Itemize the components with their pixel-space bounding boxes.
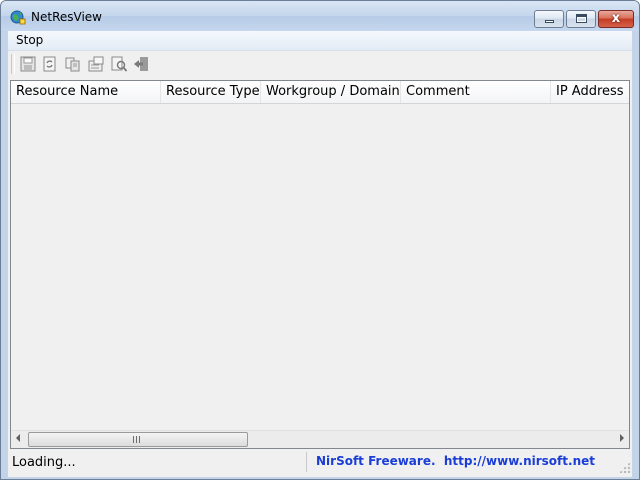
- app-globe-icon: [10, 9, 26, 25]
- close-icon: x: [611, 11, 621, 26]
- title-bar[interactable]: NetResView x: [1, 1, 639, 31]
- list-header: Resource Name Resource Type Workgroup / …: [11, 81, 629, 104]
- maximize-button[interactable]: [566, 10, 596, 28]
- thumb-grip-icon: [133, 436, 140, 443]
- column-header-resource-type[interactable]: Resource Type: [161, 81, 261, 103]
- resource-list[interactable]: Resource Name Resource Type Workgroup / …: [10, 80, 630, 449]
- nirsoft-link[interactable]: NirSoft Freeware. http://www.nirsoft.net: [316, 454, 595, 468]
- toolbar-grip[interactable]: [11, 54, 15, 74]
- menu-stop[interactable]: Stop: [10, 32, 49, 48]
- copy-icon[interactable]: [64, 55, 82, 73]
- resize-grip-icon[interactable]: [619, 462, 630, 473]
- minimize-button[interactable]: [534, 10, 564, 28]
- toolbar: [8, 51, 632, 79]
- scroll-left-icon[interactable]: [16, 434, 20, 442]
- scroll-right-icon[interactable]: [620, 434, 624, 442]
- find-icon[interactable]: [110, 55, 128, 73]
- save-icon[interactable]: [19, 55, 37, 73]
- exit-icon[interactable]: [133, 55, 151, 73]
- status-pane: Loading...: [10, 452, 307, 472]
- app-window: NetResView x Stop Resource Name Resource…: [0, 0, 640, 480]
- scrollbar-thumb[interactable]: [28, 432, 248, 447]
- properties-icon[interactable]: [87, 55, 105, 73]
- column-header-workgroup-domain[interactable]: Workgroup / Domain: [261, 81, 401, 103]
- column-header-resource-name[interactable]: Resource Name: [11, 81, 161, 103]
- client-area: Stop Resource Name Resource Type Workgro…: [8, 31, 632, 477]
- horizontal-scrollbar[interactable]: [11, 430, 629, 448]
- window-title: NetResView: [31, 10, 102, 24]
- close-button[interactable]: x: [598, 10, 634, 28]
- refresh-icon[interactable]: [41, 55, 59, 73]
- column-header-ip-address[interactable]: IP Address: [551, 81, 629, 103]
- status-bar: Loading... NirSoft Freeware. http://www.…: [8, 451, 632, 475]
- status-text: Loading...: [12, 455, 76, 470]
- column-header-comment[interactable]: Comment: [401, 81, 551, 103]
- menu-bar: Stop: [8, 31, 632, 51]
